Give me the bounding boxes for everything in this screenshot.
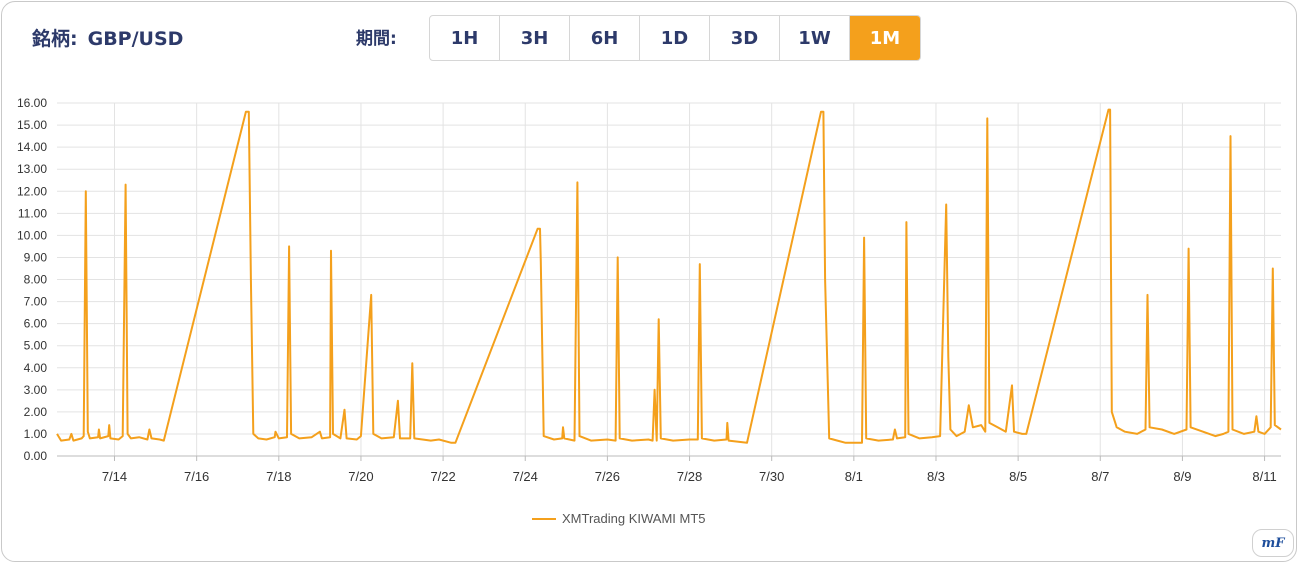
x-tick-label: 7/26 bbox=[595, 469, 620, 484]
x-tick-label: 7/22 bbox=[430, 469, 455, 484]
y-tick-label: 11.00 bbox=[18, 206, 47, 220]
x-tick-label: 7/24 bbox=[513, 469, 538, 484]
spread-line-chart: 0.00 1.00 2.00 3.00 4.00 5.00 6.00 7.00 8.00 9.00… bbox=[17, 96, 1282, 484]
y-tick-label: 10.00 bbox=[17, 228, 47, 242]
y-tick-label: 0.00 bbox=[24, 449, 48, 463]
x-tick-label: 7/14 bbox=[102, 469, 127, 484]
y-tick-label: 4.00 bbox=[24, 361, 48, 375]
y-tick-label: 2.00 bbox=[24, 405, 48, 419]
y-tick-label: 8.00 bbox=[24, 273, 48, 287]
y-tick-label: 1.00 bbox=[24, 427, 48, 441]
y-tick-label: 7.00 bbox=[24, 295, 48, 309]
x-tick-label: 7/20 bbox=[348, 469, 373, 484]
logo-text: mF bbox=[1261, 535, 1285, 551]
y-tick-label: 14.00 bbox=[17, 140, 47, 154]
y-tick-label: 16.00 bbox=[17, 96, 47, 110]
y-tick-label: 12.00 bbox=[17, 184, 47, 198]
y-tick-label: 3.00 bbox=[24, 383, 48, 397]
series-line bbox=[56, 108, 1282, 444]
x-tick-label: 7/30 bbox=[759, 469, 784, 484]
legend-swatch bbox=[532, 517, 556, 520]
y-tick-label: 15.00 bbox=[17, 118, 47, 132]
x-tick-label: 8/9 bbox=[1173, 469, 1191, 484]
x-tick-label: 7/16 bbox=[184, 469, 209, 484]
x-tick-label: 8/7 bbox=[1091, 469, 1109, 484]
legend-label: XMTrading KIWAMI MT5 bbox=[562, 511, 706, 526]
x-tick-label: 8/3 bbox=[927, 469, 945, 484]
y-tick-label: 13.00 bbox=[17, 162, 47, 176]
y-tick-label: 9.00 bbox=[24, 250, 48, 264]
x-tick-label: 8/1 bbox=[845, 469, 863, 484]
x-tick-label: 8/11 bbox=[1252, 469, 1276, 484]
y-tick-label: 6.00 bbox=[24, 317, 48, 331]
x-tick-label: 8/5 bbox=[1009, 469, 1027, 484]
x-tick-label: 7/18 bbox=[266, 469, 291, 484]
x-tick-label: 7/28 bbox=[677, 469, 702, 484]
y-tick-label: 5.00 bbox=[24, 339, 48, 353]
brand-logo: mF bbox=[1252, 529, 1294, 557]
chart-legend[interactable]: XMTrading KIWAMI MT5 bbox=[532, 511, 706, 526]
